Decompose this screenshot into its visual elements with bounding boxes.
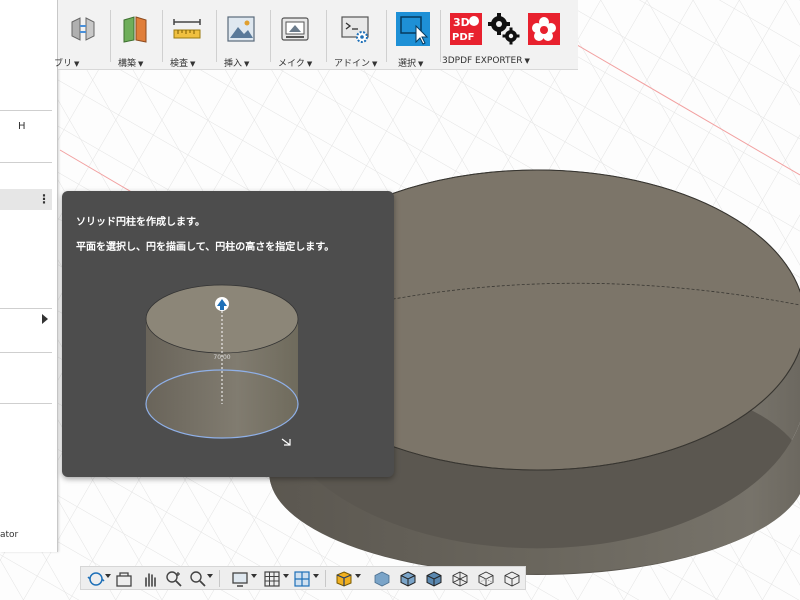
3dpdf-exporter-icon: 3D PDF bbox=[450, 13, 482, 45]
browser-divider bbox=[0, 352, 52, 353]
pan-icon[interactable] bbox=[141, 570, 159, 588]
inspect-icon bbox=[173, 19, 201, 39]
gear-settings-icon bbox=[488, 13, 520, 45]
toolbar-label: 選択 bbox=[398, 59, 417, 69]
toolbar-label: 検査 bbox=[170, 59, 189, 69]
command-tooltip: ソリッド円柱を作成します。 平面を選択し、円を描画して、円柱の高さを指定します。… bbox=[62, 191, 394, 477]
toolbar-label: アドイン bbox=[334, 59, 371, 69]
svg-text:3D: 3D bbox=[453, 16, 470, 29]
display-settings-icon[interactable] bbox=[231, 570, 249, 588]
toolbar-group-3dpdf-exporter[interactable]: 3D PDF 3DPDF EXPORTER ▼ bbox=[442, 0, 578, 70]
tooltip-title: ソリッド円柱を作成します。 bbox=[76, 217, 205, 228]
shaded-visible-edges-icon[interactable] bbox=[425, 570, 443, 588]
svg-text:PDF: PDF bbox=[452, 32, 474, 43]
browser-item-h[interactable]: H bbox=[18, 121, 26, 132]
browser-divider bbox=[0, 162, 52, 163]
construct-icon bbox=[123, 16, 147, 43]
viewports-icon[interactable] bbox=[293, 570, 311, 588]
toolbar-label: ブリ bbox=[54, 59, 73, 69]
toolbar-group-construct[interactable]: 構築 ▼ bbox=[112, 0, 162, 70]
flower-logo-icon bbox=[528, 13, 560, 45]
cursor-arrow-icon bbox=[281, 438, 291, 446]
shaded-icon[interactable] bbox=[373, 570, 391, 588]
grid-settings-icon[interactable] bbox=[263, 570, 281, 588]
cylinder-illustration: 70.00 bbox=[145, 284, 299, 446]
submenu-arrow-icon[interactable] bbox=[42, 314, 48, 324]
more-options-icon[interactable]: ⋮ bbox=[38, 192, 50, 206]
addins-script-icon bbox=[341, 16, 369, 43]
shaded-edges-icon[interactable] bbox=[399, 570, 417, 588]
toolbar-label: メイク bbox=[278, 59, 305, 69]
wireframe-icon[interactable] bbox=[451, 570, 469, 588]
look-at-icon[interactable] bbox=[115, 570, 133, 588]
toolbar-group-select[interactable]: 選択 ▼ bbox=[388, 0, 438, 70]
toolbar-group-assemble[interactable]: ブリ ▼ bbox=[54, 0, 110, 70]
make-icon bbox=[281, 17, 309, 41]
wireframe-visible-icon[interactable] bbox=[503, 570, 521, 588]
dimension-label: 70.00 bbox=[213, 354, 230, 361]
toolbar-label: 構築 bbox=[118, 59, 137, 69]
toolbar-group-inspect[interactable]: 検査 ▼ bbox=[164, 0, 214, 70]
ribbon-toolbar: ブリ ▼ 構築 ▼ 検査 ▼ 挿入 ▼ メイク ▼ アドイン ▼ 選択 ▼ 3D… bbox=[54, 0, 578, 70]
select-icon bbox=[396, 12, 430, 46]
navigation-bar bbox=[80, 566, 526, 590]
tooltip-description: 平面を選択し、円を描画して、円柱の高さを指定します。 bbox=[76, 242, 335, 253]
browser-divider bbox=[0, 308, 52, 309]
zoom-icon[interactable] bbox=[165, 570, 183, 588]
toolbar-label: 挿入 bbox=[224, 59, 243, 69]
browser-panel: H ⋮ ator bbox=[0, 0, 58, 552]
browser-item-ator[interactable]: ator bbox=[0, 530, 18, 540]
insert-image-icon bbox=[227, 16, 255, 42]
orbit-icon[interactable] bbox=[87, 570, 105, 588]
toolbar-group-addins[interactable]: アドイン ▼ bbox=[328, 0, 384, 70]
fit-icon[interactable] bbox=[189, 570, 207, 588]
browser-divider bbox=[0, 110, 52, 111]
assemble-icon bbox=[71, 17, 95, 41]
toolbar-group-insert[interactable]: 挿入 ▼ bbox=[218, 0, 270, 70]
toolbar-group-make[interactable]: メイク ▼ bbox=[272, 0, 324, 70]
toolbar-label: 3DPDF EXPORTER bbox=[442, 56, 523, 66]
environment-icon[interactable] bbox=[335, 570, 353, 588]
wireframe-hidden-icon[interactable] bbox=[477, 570, 495, 588]
browser-divider bbox=[0, 403, 52, 404]
